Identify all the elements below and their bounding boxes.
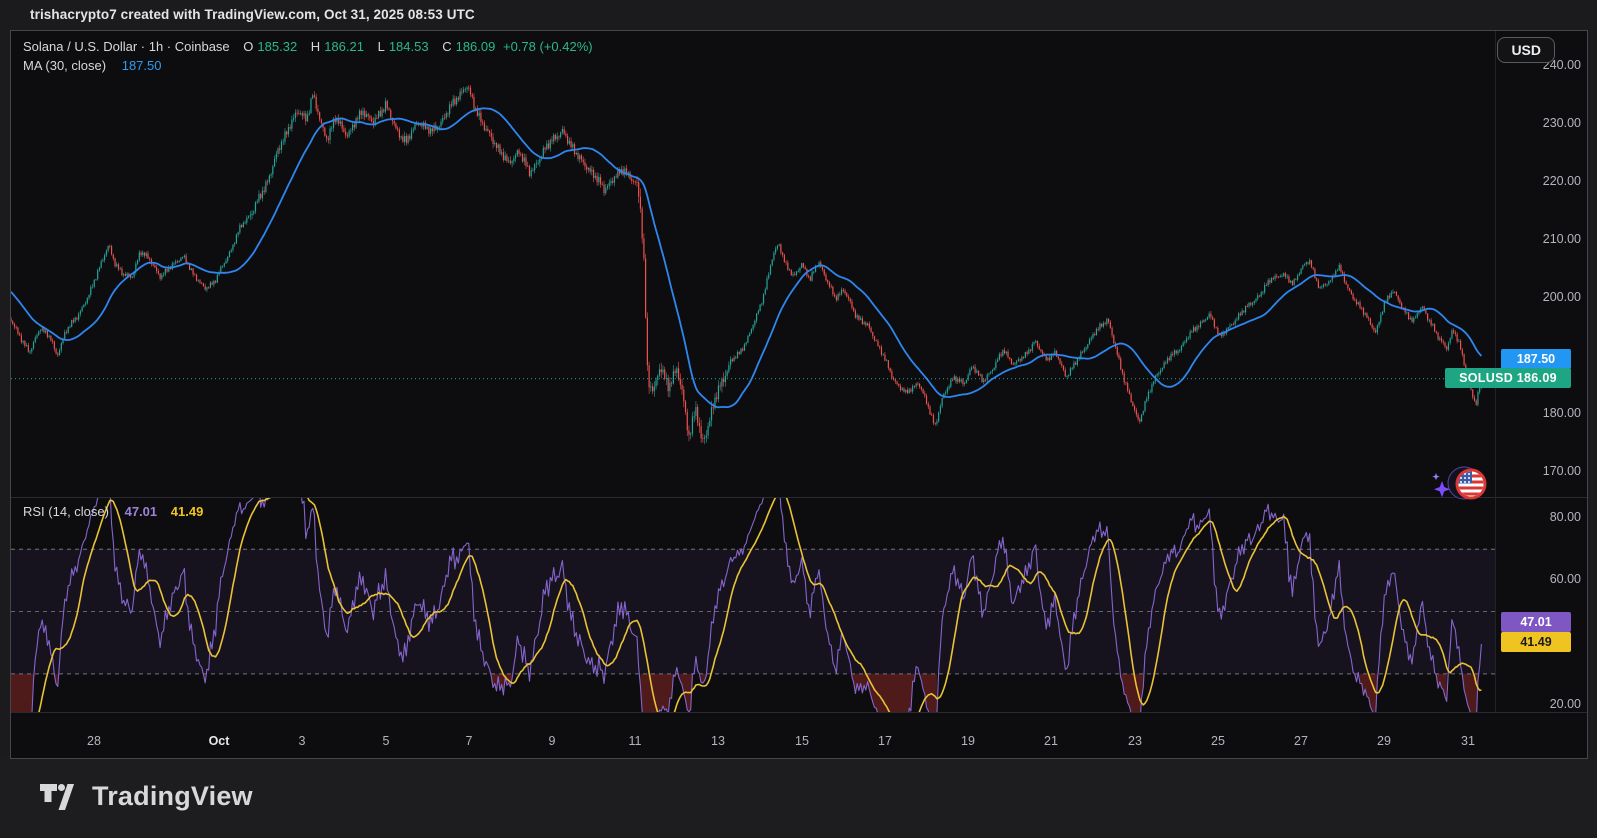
high-value: 186.21 xyxy=(324,39,364,54)
price-pane xyxy=(11,85,1495,444)
currency-toggle-button[interactable]: USD xyxy=(1497,37,1555,63)
flag-circle xyxy=(1457,470,1485,498)
chart-canvas[interactable] xyxy=(11,31,1587,758)
close-value: 186.09 xyxy=(456,39,496,54)
price-axis-label: 170.00 xyxy=(1501,464,1581,478)
price-axis-label: 230.00 xyxy=(1501,116,1581,130)
symbol-title[interactable]: Solana / U.S. Dollar · 1h · Coinbase xyxy=(23,39,230,54)
ma-legend[interactable]: MA (30, close) 187.50 xyxy=(23,58,165,73)
time-axis-label-21[interactable]: 21 xyxy=(1044,734,1058,748)
rsi-value-pill: 47.01 xyxy=(1501,612,1571,632)
time-axis-label-3[interactable]: 3 xyxy=(299,734,306,748)
symbol-legend[interactable]: Solana / U.S. Dollar · 1h · Coinbase O 18… xyxy=(23,39,597,54)
low-value: 184.53 xyxy=(389,39,429,54)
open-value: 185.32 xyxy=(257,39,297,54)
chart-widget: Solana / U.S. Dollar · 1h · Coinbase O 18… xyxy=(10,30,1588,759)
price-axis-label: 180.00 xyxy=(1501,406,1581,420)
time-axis-label-oct[interactable]: Oct xyxy=(209,734,230,748)
high-label: H xyxy=(311,39,320,54)
usa-flag-sticker xyxy=(1431,461,1499,505)
tradingview-logo-icon xyxy=(40,784,80,810)
time-axis-label-19[interactable]: 19 xyxy=(961,734,975,748)
time-axis-label-27[interactable]: 27 xyxy=(1294,734,1308,748)
ma-label[interactable]: MA (30, close) xyxy=(23,58,106,73)
tradingview-wordmark: TradingView xyxy=(92,781,253,812)
time-axis-label-15[interactable]: 15 xyxy=(795,734,809,748)
ma-value: 187.50 xyxy=(122,58,162,73)
low-label: L xyxy=(378,39,385,54)
time-axis-label-9[interactable]: 9 xyxy=(549,734,556,748)
rsi-axis-label: 80.00 xyxy=(1501,510,1581,524)
price-axis-label: 200.00 xyxy=(1501,290,1581,304)
time-axis-label-31[interactable]: 31 xyxy=(1461,734,1475,748)
ma-value-pill: 187.50 xyxy=(1501,349,1571,369)
rsi-value: 47.01 xyxy=(125,504,158,519)
close-label: C xyxy=(442,39,451,54)
rsi-label[interactable]: RSI (14, close) xyxy=(23,504,109,519)
rsi-ma-value: 41.49 xyxy=(171,504,204,519)
time-axis-label-13[interactable]: 13 xyxy=(711,734,725,748)
time-axis-label-5[interactable]: 5 xyxy=(383,734,390,748)
change-value: +0.78 (+0.42%) xyxy=(503,39,593,54)
rsi-axis-label: 20.00 xyxy=(1501,697,1581,711)
rsi-pane xyxy=(11,477,1495,749)
rsi-axis-label: 60.00 xyxy=(1501,572,1581,586)
open-label: O xyxy=(243,39,253,54)
time-axis-label-11[interactable]: 11 xyxy=(629,734,642,748)
rsi-legend[interactable]: RSI (14, close) 47.01 41.49 xyxy=(23,504,207,519)
time-axis-label-25[interactable]: 25 xyxy=(1211,734,1225,748)
rsi-ma-value-pill: 41.49 xyxy=(1501,632,1571,652)
time-axis-label-28[interactable]: 28 xyxy=(87,734,101,748)
time-axis-label-29[interactable]: 29 xyxy=(1377,734,1391,748)
tradingview-logo[interactable]: TradingView xyxy=(40,781,253,812)
footer-bar: TradingView xyxy=(0,759,1597,838)
current-price-pill: SOLUSD 186.09 xyxy=(1445,368,1571,388)
time-axis-label-17[interactable]: 17 xyxy=(878,734,892,748)
price-axis-label: 210.00 xyxy=(1501,232,1581,246)
time-axis-label-7[interactable]: 7 xyxy=(466,734,473,748)
price-axis-label: 220.00 xyxy=(1501,174,1581,188)
attribution-text: trishacrypto7 created with TradingView.c… xyxy=(30,7,475,22)
time-axis-label-23[interactable]: 23 xyxy=(1128,734,1142,748)
tradingview-published-chart: trishacrypto7 created with TradingView.c… xyxy=(0,0,1597,838)
ma-line xyxy=(11,108,1481,407)
